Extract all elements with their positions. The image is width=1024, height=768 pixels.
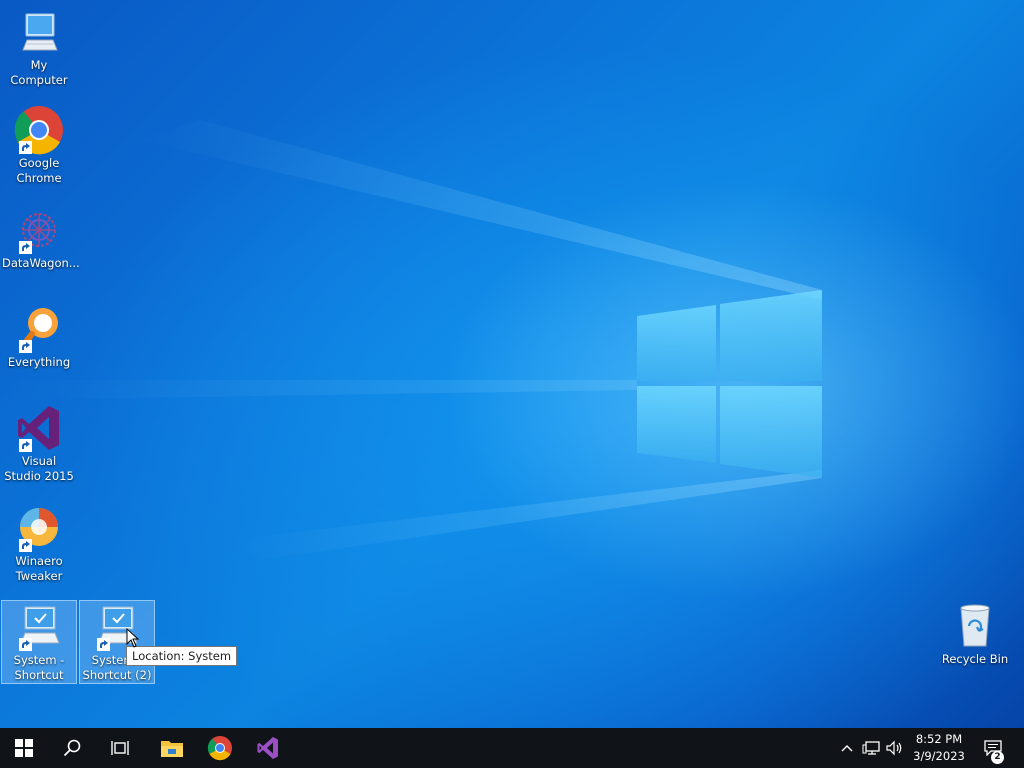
taskbar-file-explorer[interactable] (148, 728, 196, 768)
volume-icon (886, 740, 902, 756)
everything-search-icon (13, 303, 65, 355)
system-monitor-icon (13, 601, 65, 653)
shortcut-arrow-icon (19, 539, 32, 552)
start-icon (15, 739, 33, 757)
datawagon-icon (13, 204, 65, 256)
visual-studio-icon (13, 402, 65, 454)
taskbar-visual-studio[interactable] (244, 728, 292, 768)
monitor-icon (13, 6, 65, 58)
icon-label: My Computer (10, 58, 68, 87)
show-hidden-icons-button[interactable] (838, 728, 856, 768)
desktop[interactable]: My Computer Google Chrome DataWagon... E… (0, 0, 1024, 728)
clock-date: 3/9/2023 (913, 749, 965, 763)
task-view-button[interactable] (96, 728, 144, 768)
volume-button[interactable] (884, 728, 906, 768)
taskbar-chrome[interactable] (196, 728, 244, 768)
clock-time: 8:52 PM (915, 732, 963, 746)
shortcut-arrow-icon (19, 141, 32, 154)
notification-count-badge: 2 (991, 751, 1004, 764)
shortcut-arrow-icon (19, 340, 32, 353)
visual-studio-icon (257, 737, 278, 759)
desktop-icon-winaero-tweaker[interactable]: Winaero Tweaker (1, 502, 77, 588)
start-button[interactable] (0, 728, 48, 768)
icon-label: Visual Studio 2015 (4, 454, 74, 483)
icon-label: DataWagon... (2, 256, 80, 270)
recycle-bin-icon (949, 600, 1001, 652)
shortcut-arrow-icon (19, 439, 32, 452)
network-icon (862, 741, 880, 755)
shortcut-arrow-icon (19, 241, 32, 254)
file-explorer-icon (161, 741, 183, 757)
search-button[interactable] (48, 728, 96, 768)
desktop-icon-datawagon[interactable]: DataWagon... (1, 204, 80, 274)
shortcut-arrow-icon (97, 638, 110, 651)
icon-label: Google Chrome (16, 156, 62, 185)
winaero-tweaker-icon (13, 502, 65, 554)
chrome-icon (207, 736, 232, 761)
network-button[interactable] (860, 728, 882, 768)
icon-label: Recycle Bin (941, 652, 1009, 666)
desktop-icon-visual-studio[interactable]: Visual Studio 2015 (1, 402, 77, 488)
tooltip: Location: System (126, 646, 238, 666)
clock[interactable]: 8:52 PM 3/9/2023 (906, 731, 972, 765)
taskbar: 8:52 PM 3/9/2023 (0, 728, 1024, 768)
shortcut-arrow-icon (19, 638, 32, 651)
desktop-icon-everything[interactable]: Everything (1, 303, 77, 373)
desktop-icon-system-shortcut-2[interactable]: System - Shortcut (2) (79, 600, 155, 684)
desktop-icon-google-chrome[interactable]: Google Chrome (1, 104, 77, 190)
icon-label: Everything (7, 355, 71, 369)
desktop-icon-system-shortcut[interactable]: System - Shortcut (1, 600, 77, 684)
mouse-cursor-icon (126, 628, 140, 648)
chrome-icon (13, 104, 65, 156)
task-view-icon (111, 741, 129, 755)
desktop-icon-my-computer[interactable]: My Computer (1, 6, 77, 87)
icon-label: Winaero Tweaker (15, 554, 63, 583)
search-icon (63, 739, 81, 757)
chevron-up-icon (841, 745, 853, 752)
icon-label: System - Shortcut (13, 653, 65, 682)
desktop-icon-recycle-bin[interactable]: Recycle Bin (937, 600, 1013, 670)
